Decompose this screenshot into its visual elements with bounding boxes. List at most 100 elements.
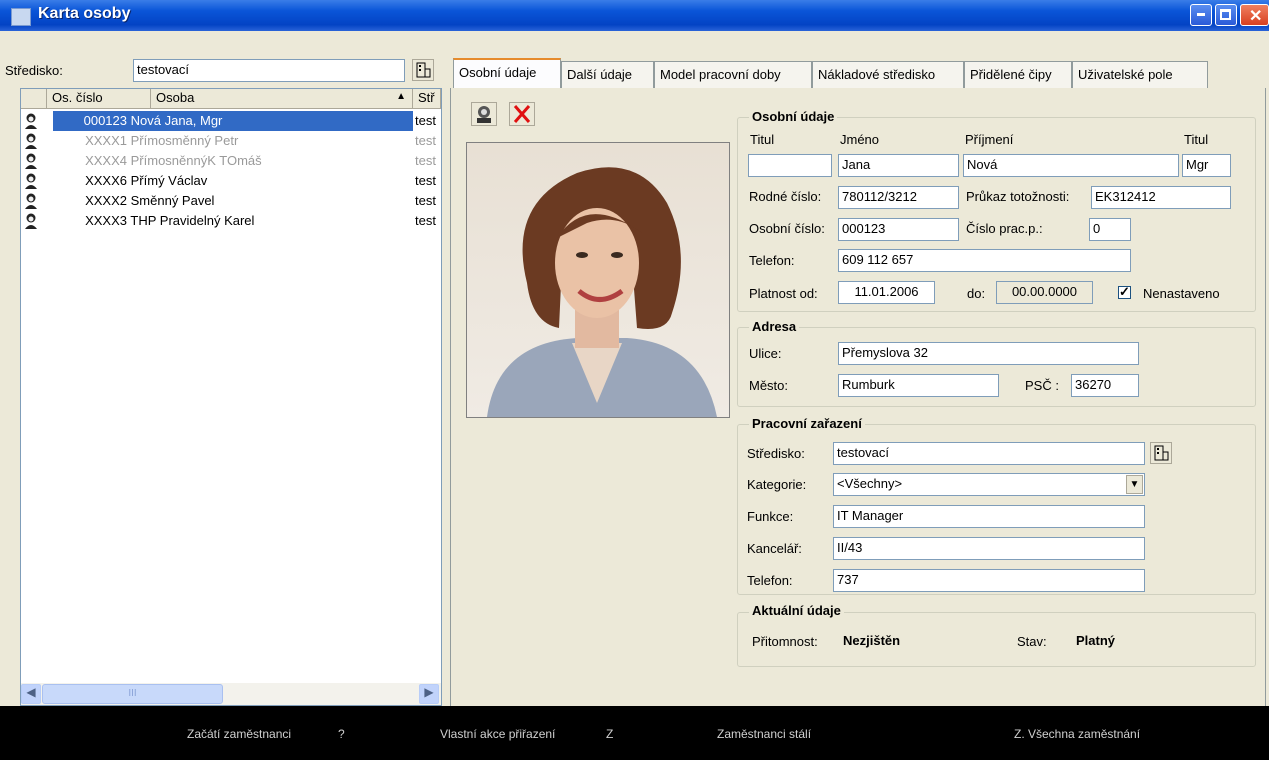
kancelar-label: Kancelář: xyxy=(747,541,802,556)
row-osoba: PřímosněnnýK TOmáš xyxy=(130,153,262,168)
chevron-down-icon[interactable]: ▼ xyxy=(1126,475,1143,494)
platnost-do-field[interactable]: 00.00.0000 xyxy=(996,281,1093,304)
row-os-cislo: XXXX2 xyxy=(85,193,127,208)
red-x-icon xyxy=(513,105,531,123)
tab-model-pracovni-doby[interactable]: Model pracovní doby xyxy=(654,61,812,88)
prijmeni-label: Příjmení xyxy=(965,132,1014,147)
jmeno-field[interactable]: Jana xyxy=(838,154,959,177)
status-item-1: Začátí zaměstnanci xyxy=(187,727,292,741)
cislo-prac-field[interactable]: 0 xyxy=(1089,218,1131,241)
scroll-right-button[interactable]: ▶ xyxy=(419,684,439,704)
status-item-2: ? xyxy=(338,727,345,741)
titul-after-field[interactable]: Mgr xyxy=(1182,154,1231,177)
row-osoba: THP Pravidelný Karel xyxy=(130,213,255,228)
list-header-stredisko[interactable]: Stř xyxy=(413,89,441,109)
tab-dalsi-udaje[interactable]: Další údaje xyxy=(561,61,654,88)
list-item[interactable]: XXXX1 Přímosměnný Petr test xyxy=(21,131,441,151)
person-icon xyxy=(25,133,37,149)
telefon-field[interactable]: 609 112 657 xyxy=(838,249,1131,272)
titul-before-field[interactable] xyxy=(748,154,832,177)
kancelar-field[interactable]: II/43 xyxy=(833,537,1145,560)
adresa-title: Adresa xyxy=(749,319,800,334)
row-stredisko: test xyxy=(415,173,436,188)
rodne-cislo-label: Rodné číslo: xyxy=(749,189,822,204)
building-icon-button[interactable] xyxy=(412,59,434,81)
prac-stredisko-field[interactable]: testovací xyxy=(833,442,1145,465)
row-osoba: Nová Jana, Mgr xyxy=(130,113,223,128)
status-bar: Začátí zaměstnanci ? Vlastní akce přiřaz… xyxy=(0,706,1269,760)
prac-stredisko-label: Středisko: xyxy=(747,446,805,461)
stredisko-field[interactable]: testovací xyxy=(133,59,405,82)
tab-uzivatelske-pole[interactable]: Uživatelské pole xyxy=(1072,61,1208,88)
tab-nakladove-stredisko[interactable]: Nákladové středisko xyxy=(812,61,964,88)
row-stredisko: test xyxy=(415,213,436,228)
tab-osobni-udaje[interactable]: Osobní údaje xyxy=(453,58,561,89)
prac-building-icon-button[interactable] xyxy=(1150,442,1172,464)
person-icon xyxy=(25,153,37,169)
person-photo-icon xyxy=(477,106,491,123)
status-item-5: Zaměstnanci stálí xyxy=(717,727,812,741)
row-osoba: Směnný Pavel xyxy=(130,193,215,208)
list-header-oscislo[interactable]: Os. číslo xyxy=(47,89,151,109)
rodne-cislo-field[interactable]: 780112/3212 xyxy=(838,186,959,209)
list-header-osoba[interactable]: Osoba ▲ xyxy=(151,89,413,109)
funkce-field[interactable]: IT Manager xyxy=(833,505,1145,528)
platnost-od-label: Platnost od: xyxy=(749,286,818,301)
list-item[interactable]: XXXX4 PřímosněnnýK TOmáš test xyxy=(21,151,441,171)
building-icon xyxy=(1154,445,1169,461)
minimize-button[interactable] xyxy=(1190,4,1212,26)
funkce-label: Funkce: xyxy=(747,509,794,524)
nenastaveno-checkbox[interactable]: ✓ xyxy=(1118,284,1131,299)
list-item[interactable]: XXXX6 Přímý Václav test xyxy=(21,171,441,191)
maximize-button[interactable] xyxy=(1215,4,1237,26)
portrait-image xyxy=(487,167,717,417)
pracovni-zarazeni-title: Pracovní zařazení xyxy=(749,416,865,431)
status-item-4: Z xyxy=(606,727,614,741)
row-os-cislo: XXXX4 xyxy=(85,153,127,168)
nenastaveno-label: Nenastaveno xyxy=(1143,286,1220,301)
list-item[interactable]: XXXX2 Směnný Pavel test xyxy=(21,191,441,211)
aktualni-udaje-title: Aktuální údaje xyxy=(749,603,844,618)
delete-photo-button[interactable] xyxy=(509,102,535,126)
scroll-thumb[interactable]: III xyxy=(42,684,223,704)
sort-asc-icon: ▲ xyxy=(396,91,406,102)
status-item-3: Vlastní akce přiřazení xyxy=(440,727,556,741)
pritomnost-label: Přitomnost: xyxy=(752,634,818,649)
prac-telefon-field[interactable]: 737 xyxy=(833,569,1145,592)
osobni-udaje-title: Osobní údaje xyxy=(749,109,838,124)
prukaz-field[interactable]: EK312412 xyxy=(1091,186,1231,209)
psc-field[interactable]: 36270 xyxy=(1071,374,1139,397)
stredisko-label: Středisko: xyxy=(5,63,63,78)
person-list[interactable]: Os. číslo Osoba ▲ Stř 000123 Nová Jana, M… xyxy=(20,88,442,706)
building-icon xyxy=(416,62,431,78)
row-os-cislo: XXXX6 xyxy=(85,173,127,188)
load-photo-button[interactable] xyxy=(471,102,497,126)
stav-label: Stav: xyxy=(1017,634,1047,649)
close-button[interactable]: ✕ xyxy=(1240,4,1269,26)
prukaz-label: Průkaz totožnosti: xyxy=(966,189,1070,204)
list-header-osoba-label: Osoba xyxy=(156,90,195,105)
telefon-label: Telefon: xyxy=(749,253,795,268)
horizontal-scrollbar[interactable]: ◀ III ▶ xyxy=(21,683,441,705)
checkmark-icon: ✓ xyxy=(1119,284,1130,299)
mesto-label: Město: xyxy=(749,378,789,393)
scroll-left-button[interactable]: ◀ xyxy=(21,684,41,704)
prac-telefon-label: Telefon: xyxy=(747,573,793,588)
person-icon xyxy=(25,113,37,129)
list-item[interactable]: XXXX3 THP Pravidelný Karel test xyxy=(21,211,441,231)
list-item[interactable]: 000123 Nová Jana, Mgr test xyxy=(21,111,441,131)
tab-pridelene-cipy[interactable]: Přidělené čipy xyxy=(964,61,1072,88)
platnost-od-field[interactable]: 11.01.2006 xyxy=(838,281,935,304)
platnost-do-label: do: xyxy=(967,286,986,301)
row-osoba: Přímosměnný Petr xyxy=(130,133,239,148)
list-header-icon-col[interactable] xyxy=(21,89,47,109)
kategorie-select[interactable]: <Všechny> ▼ xyxy=(833,473,1145,496)
kategorie-value: <Všechny> xyxy=(837,476,903,491)
kategorie-label: Kategorie: xyxy=(747,477,807,492)
jmeno-label: Jméno xyxy=(840,132,880,147)
osobni-cislo-field[interactable]: 000123 xyxy=(838,218,959,241)
ulice-field[interactable]: Přemyslova 32 xyxy=(838,342,1139,365)
prijmeni-field[interactable]: Nová xyxy=(963,154,1179,177)
titul-after-label: Titul xyxy=(1184,132,1209,147)
mesto-field[interactable]: Rumburk xyxy=(838,374,999,397)
